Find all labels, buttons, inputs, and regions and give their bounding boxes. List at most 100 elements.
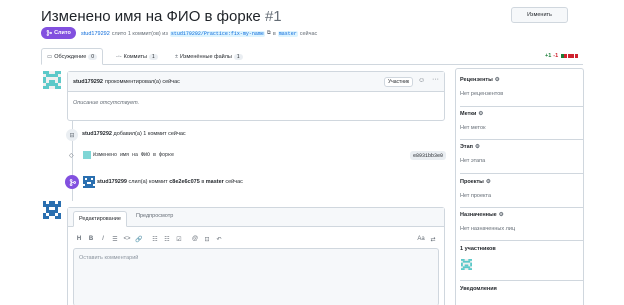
commit-icon: -◦- [116,53,122,60]
page-title: Изменено имя на ФИО в форке #1 [41,8,282,25]
ordered-list-icon[interactable]: ☷ [161,236,173,243]
reference-icon[interactable]: ⊡ [201,236,213,243]
sidebar-heading[interactable]: Этап ⚙ [460,144,584,150]
event-author[interactable]: stud179299 [97,179,127,185]
saved-reply-icon[interactable]: ↶ [213,236,225,243]
tab-label: Обсуждение [54,53,87,60]
copy-icon[interactable]: ⧉ [267,30,271,37]
event-time: сейчас [225,179,243,185]
sidebar-value: Нет назначенных лиц [460,226,516,232]
merge-target-branch[interactable]: master [206,179,224,185]
code-icon[interactable]: <> [121,236,133,242]
sidebar-value: Нет этапа [460,158,486,164]
comment-header: stud179292 прокомментировал(а) сейчас Уч… [68,72,444,92]
unordered-list-icon[interactable]: ☷ [149,236,161,243]
repo-push-icon: ⊟ [66,129,78,141]
event-author[interactable]: stud179292 [82,131,112,137]
smiley-icon[interactable]: ☺ [418,77,425,84]
merge-summary: stud179292 слито 1 коммит(ов) из stud179… [81,30,317,37]
tab-files-changed[interactable]: ± Изменённые файлы 1 [175,48,243,65]
divider [460,173,584,174]
merge-icon [65,175,79,189]
avatar[interactable] [83,176,95,188]
lines-added: +1 [545,53,552,59]
author-link[interactable]: stud179292 [81,31,110,37]
divider [460,207,584,208]
event-text: слил(а) коммит [128,179,168,185]
git-commit-icon: ◇ [69,153,74,159]
pr-title: Изменено имя на ФИО в форке [41,8,261,25]
commit-message[interactable]: Изменено имя на ФИО в форке [93,152,174,158]
tab-counter: 1 [233,53,243,60]
comment-editor: Редактирование Предпросмотр H B I ☰ <> 🔗… [67,207,445,305]
heading-icon[interactable]: H [73,236,85,242]
comment-input[interactable]: Оставить комментарий [73,248,439,305]
sidebar-labels: Метки ⚙ Нет меток [460,111,584,131]
editor-tabs: Редактирование Предпросмотр [68,208,444,227]
participant-avatar[interactable] [461,259,472,270]
link-icon[interactable]: 🔗 [133,236,145,243]
diff-bar [560,54,578,58]
tab-preview[interactable]: Предпросмотр [136,213,173,219]
edit-button[interactable]: Изменить [511,7,568,23]
avatar[interactable] [43,201,61,219]
conversation-icon: ▭ [47,53,53,60]
sidebar-heading[interactable]: Назначенные ⚙ [460,212,584,218]
sidebar-notifications: Уведомления [460,286,584,292]
commit-sha[interactable]: e8931bb3e0 [410,151,446,160]
sidebar-assignees: Назначенные ⚙ Нет назначенных лиц [460,212,584,232]
gear-icon[interactable]: ⚙ [495,77,500,83]
task-list-icon[interactable]: ☑ [173,236,185,243]
gear-icon[interactable]: ⚙ [499,212,504,218]
tab-write[interactable]: Редактирование [73,211,127,227]
into-text: в [201,179,205,185]
sidebar-milestone: Этап ⚙ Нет этапа [460,144,584,164]
comment-author[interactable]: stud179292 [73,79,103,85]
sidebar-value: Нет проекта [460,193,492,199]
lines-removed: -1 [553,53,559,59]
pr-number: #1 [264,8,282,25]
merge-icon [46,30,53,36]
sidebar-heading: Уведомления [460,286,497,292]
tab-commits[interactable]: -◦- Коммиты 1 [116,48,158,65]
tab-counter: 1 [149,53,158,60]
quote-icon[interactable]: ☰ [109,236,121,243]
kebab-menu-icon[interactable]: ··· [432,76,439,83]
pr-tabs: ▭ Обсуждение 0 -◦- Коммиты 1 ± Изменённы… [41,48,583,65]
fullscreen-icon[interactable]: ⇄ [427,236,439,243]
avatar[interactable] [43,71,61,89]
file-diff-icon: ± [175,53,179,60]
italic-icon[interactable]: I [97,236,109,242]
tab-conversation[interactable]: ▭ Обсуждение 0 [41,48,104,65]
status-badge: Слито [41,27,76,39]
comment-action: прокомментировал(а) сейчас [104,78,180,85]
divider [460,139,584,140]
sidebar-projects: Проекты ⚙ Нет проекта [460,179,584,199]
status-badge-label: Слито [54,30,71,36]
sidebar-reviewers: Рецензенты ⚙ Нет рецензентов [460,77,584,97]
gear-icon[interactable]: ⚙ [486,179,491,185]
target-branch[interactable]: master [277,30,298,37]
divider [460,240,584,241]
sidebar-heading[interactable]: Метки ⚙ [460,111,584,117]
tab-label: Изменённые файлы [180,53,232,60]
merge-event: stud179299 слил(а) коммит c8e2e6c075 в m… [97,179,243,185]
comment-body: Описание отсутствует. [73,100,140,106]
into-text: в [272,30,276,37]
source-branch[interactable]: stud179292/Practice:fix-my-name [169,30,265,37]
divider [460,280,584,281]
diff-stat: +1 -1 [545,53,578,59]
mention-icon[interactable]: @ [189,236,201,242]
comment-card: stud179292 прокомментировал(а) сейчас Уч… [67,71,445,121]
sidebar-heading[interactable]: Рецензенты ⚙ [460,77,584,83]
merge-commit-sha[interactable]: c8e2e6c075 [169,179,200,185]
commit-avatar[interactable] [83,151,91,159]
gear-icon[interactable]: ⚙ [475,144,480,150]
sidebar-value: Нет меток [460,125,486,131]
sidebar-heading[interactable]: Проекты ⚙ [460,179,584,185]
divider [460,106,584,107]
role-badge: Участник [384,77,414,87]
gear-icon[interactable]: ⚙ [478,111,483,117]
bold-icon[interactable]: B [85,236,97,242]
text-size-button[interactable]: Aa [415,236,427,242]
